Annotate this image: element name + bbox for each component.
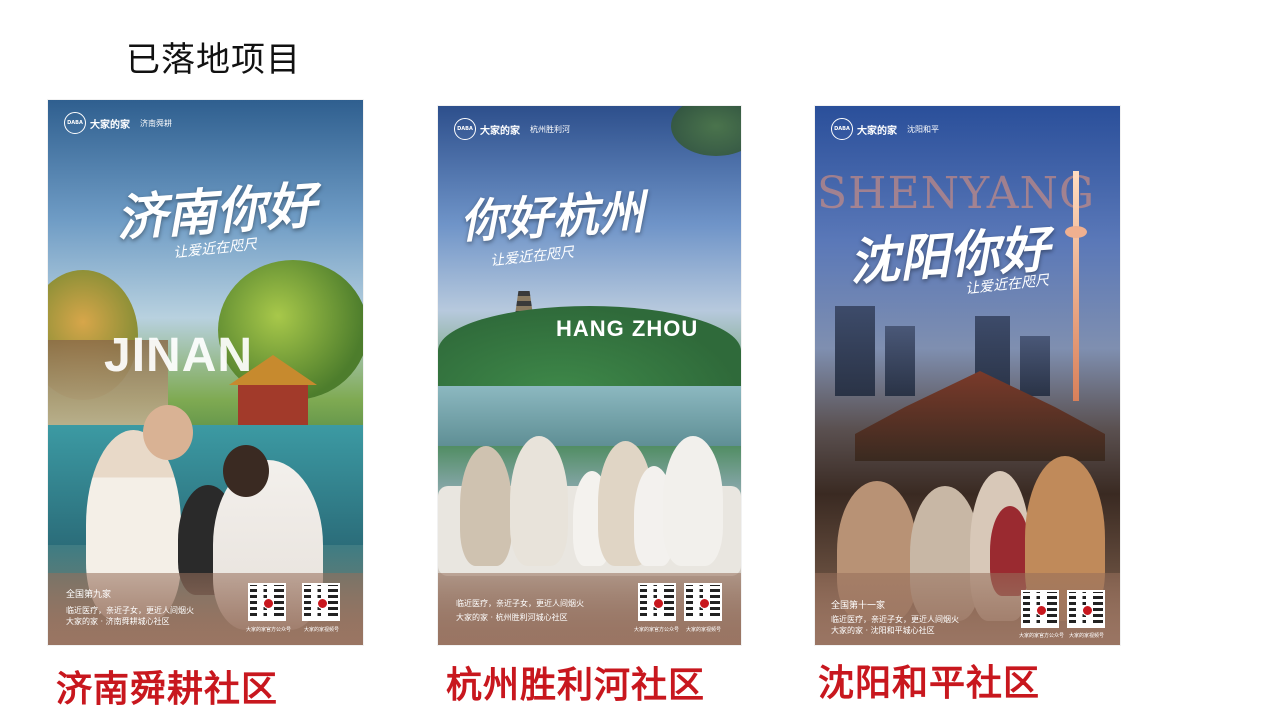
qr-label-2: 大家的家视频号	[1069, 633, 1105, 639]
brand-name: 大家的家	[857, 125, 897, 137]
footer-line-2: 大家的家 · 沈阳和平城心社区	[831, 626, 935, 635]
grandfather-head	[143, 405, 193, 460]
qr-code-1	[638, 583, 676, 621]
father	[663, 436, 723, 566]
rank-text: 全国第十一家	[831, 601, 886, 611]
mother	[460, 446, 512, 566]
footer-line-1: 临近医疗，亲近子女，更近人间烟火	[456, 599, 584, 608]
brand-name: 大家的家	[480, 125, 520, 137]
footer-line-1: 临近医疗，亲近子女，更近人间烟火	[66, 606, 194, 615]
leaves-corner	[671, 106, 741, 156]
footer-line-2: 大家的家 · 杭州胜利河城心社区	[456, 613, 568, 622]
qr-code-2	[684, 583, 722, 621]
brand-logo: DABA 大家的家 沈阳和平	[831, 118, 939, 140]
tv-tower	[1073, 171, 1079, 401]
brand-logo: DABA 大家的家 杭州胜利河	[454, 118, 570, 140]
poster-hangzhou: HANG ZHOU DABA 大家的家 杭州胜利河 你好杭州 让爱近在咫尺 临近…	[438, 106, 741, 645]
sub-brand: 济南舜耕	[140, 118, 172, 128]
caption-shenyang: 沈阳和平社区	[818, 663, 1041, 704]
sub-brand: 杭州胜利河	[530, 124, 570, 134]
daba-logo-icon: DABA	[454, 118, 476, 140]
qr-label-2: 大家的家视频号	[686, 627, 722, 633]
grandfather	[510, 436, 568, 566]
sub-brand: 沈阳和平	[907, 124, 939, 134]
caption-hangzhou: 杭州胜利河社区	[446, 665, 706, 706]
qr-label-1: 大家的家官方公众号	[634, 627, 680, 633]
slide-title: 已落地项目	[126, 40, 301, 80]
city-en-text: SHENYANG	[817, 168, 1096, 219]
city-en-text: JINAN	[104, 329, 254, 382]
rank-text: 全国第九家	[66, 590, 112, 600]
footer-line-2: 大家的家 · 济南舜耕城心社区	[66, 617, 170, 626]
brand-name: 大家的家	[90, 119, 130, 131]
tv-tower-pod	[1065, 226, 1087, 238]
qr-code-1	[248, 583, 286, 621]
footer-line-1: 临近医疗，亲近子女，更近人间烟火	[831, 615, 959, 624]
daba-logo-icon: DABA	[831, 118, 853, 140]
pavilion-body	[238, 385, 308, 425]
qr-code-1	[1021, 590, 1059, 628]
qr-label-2: 大家的家视频号	[304, 627, 340, 633]
headline: 你好杭州	[458, 185, 646, 249]
qr-code-2	[302, 583, 340, 621]
qr-label-1: 大家的家官方公众号	[1019, 633, 1065, 639]
poster-shenyang: SHENYANG DABA 大家的家 沈阳和平 沈阳你好 让爱近在咫尺 全国第十…	[815, 106, 1120, 645]
daba-logo-icon: DABA	[64, 112, 86, 134]
qr-code-2	[1067, 590, 1105, 628]
city-en-text: HANG ZHOU	[556, 316, 699, 341]
qr-label-1: 大家的家官方公众号	[246, 627, 292, 633]
mother-head	[223, 445, 269, 497]
caption-jinan: 济南舜耕社区	[56, 669, 279, 710]
brand-logo: DABA 大家的家 济南舜耕	[64, 112, 172, 134]
poster-jinan: JINAN DABA 大家的家 济南舜耕 济南你好 让爱近在咫尺 全国第九家 临…	[48, 100, 363, 645]
